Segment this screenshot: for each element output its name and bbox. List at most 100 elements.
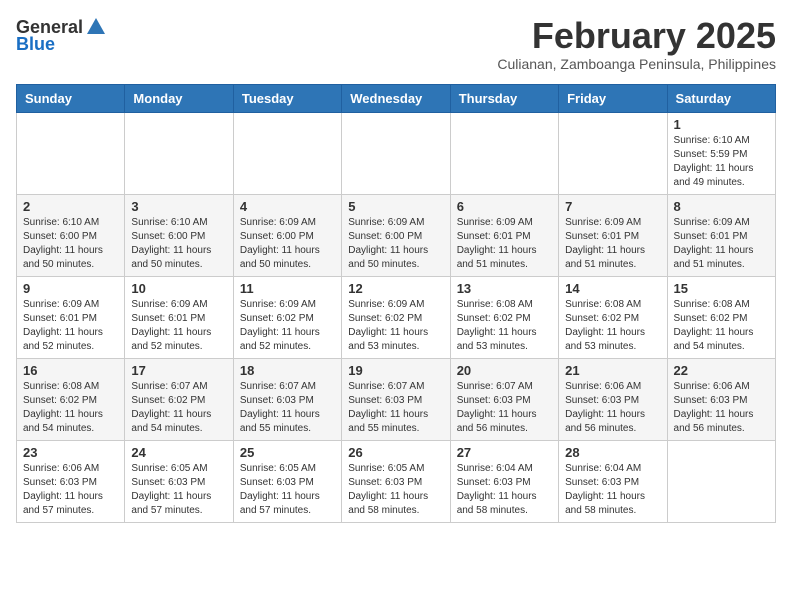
calendar-cell <box>450 112 558 194</box>
calendar-cell: 13 Sunrise: 6:08 AM Sunset: 6:02 PM Dayli… <box>450 276 558 358</box>
calendar-cell: 18 Sunrise: 6:07 AM Sunset: 6:03 PM Dayli… <box>233 358 341 440</box>
day-number: 2 <box>23 199 118 214</box>
day-info: Sunrise: 6:09 AM Sunset: 6:00 PM Dayligh… <box>348 216 443 272</box>
day-info: Sunrise: 6:04 AM Sunset: 6:03 PM Dayligh… <box>457 462 552 518</box>
day-info: Sunrise: 6:09 AM Sunset: 6:00 PM Dayligh… <box>240 216 335 272</box>
calendar-cell: 16Sunrise: 6:08 AM Sunset: 6:02 PM Dayli… <box>17 358 125 440</box>
calendar-week-row: 16Sunrise: 6:08 AM Sunset: 6:02 PM Dayli… <box>17 358 776 440</box>
day-info: Sunrise: 6:09 AM Sunset: 6:02 PM Dayligh… <box>240 298 335 354</box>
day-info: Sunrise: 6:09 AM Sunset: 6:01 PM Dayligh… <box>23 298 118 354</box>
day-number: 24 <box>131 445 226 460</box>
day-number: 15 <box>674 281 769 296</box>
calendar-cell: 10 Sunrise: 6:09 AM Sunset: 6:01 PM Dayli… <box>125 276 233 358</box>
calendar-cell: 24 Sunrise: 6:05 AM Sunset: 6:03 PM Dayli… <box>125 440 233 522</box>
weekday-header-tuesday: Tuesday <box>233 84 341 112</box>
day-number: 14 <box>565 281 660 296</box>
calendar-cell <box>233 112 341 194</box>
calendar-cell: 17 Sunrise: 6:07 AM Sunset: 6:02 PM Dayli… <box>125 358 233 440</box>
day-number: 8 <box>674 199 769 214</box>
logo-blue-text: Blue <box>16 34 55 55</box>
calendar-cell: 6 Sunrise: 6:09 AM Sunset: 6:01 PM Daylig… <box>450 194 558 276</box>
day-number: 6 <box>457 199 552 214</box>
day-info: Sunrise: 6:09 AM Sunset: 6:01 PM Dayligh… <box>674 216 769 272</box>
day-number: 26 <box>348 445 443 460</box>
weekday-header-friday: Friday <box>559 84 667 112</box>
day-number: 25 <box>240 445 335 460</box>
day-number: 18 <box>240 363 335 378</box>
day-info: Sunrise: 6:04 AM Sunset: 6:03 PM Dayligh… <box>565 462 660 518</box>
calendar-cell: 21 Sunrise: 6:06 AM Sunset: 6:03 PM Dayli… <box>559 358 667 440</box>
day-number: 4 <box>240 199 335 214</box>
calendar-week-row: 23 Sunrise: 6:06 AM Sunset: 6:03 PM Dayli… <box>17 440 776 522</box>
day-number: 19 <box>348 363 443 378</box>
calendar-cell <box>667 440 775 522</box>
day-number: 3 <box>131 199 226 214</box>
location-subtitle: Culianan, Zamboanga Peninsula, Philippin… <box>497 56 776 72</box>
month-title: February 2025 <box>497 16 776 56</box>
calendar-cell: 25 Sunrise: 6:05 AM Sunset: 6:03 PM Dayli… <box>233 440 341 522</box>
title-area: February 2025 Culianan, Zamboanga Penins… <box>497 16 776 72</box>
day-info: Sunrise: 6:08 AM Sunset: 6:02 PM Dayligh… <box>457 298 552 354</box>
day-number: 11 <box>240 281 335 296</box>
day-number: 13 <box>457 281 552 296</box>
day-info: Sunrise: 6:10 AM Sunset: 5:59 PM Dayligh… <box>674 134 769 190</box>
day-info: Sunrise: 6:05 AM Sunset: 6:03 PM Dayligh… <box>240 462 335 518</box>
day-info: Sunrise: 6:07 AM Sunset: 6:03 PM Dayligh… <box>240 380 335 436</box>
calendar-cell: 11 Sunrise: 6:09 AM Sunset: 6:02 PM Dayli… <box>233 276 341 358</box>
calendar-cell: 1 Sunrise: 6:10 AM Sunset: 5:59 PM Daylig… <box>667 112 775 194</box>
calendar-cell <box>17 112 125 194</box>
calendar-week-row: 1 Sunrise: 6:10 AM Sunset: 5:59 PM Daylig… <box>17 112 776 194</box>
day-number: 10 <box>131 281 226 296</box>
calendar-week-row: 2 Sunrise: 6:10 AM Sunset: 6:00 PM Daylig… <box>17 194 776 276</box>
day-info: Sunrise: 6:09 AM Sunset: 6:01 PM Dayligh… <box>131 298 226 354</box>
day-info: Sunrise: 6:08 AM Sunset: 6:02 PM Dayligh… <box>674 298 769 354</box>
day-number: 28 <box>565 445 660 460</box>
calendar-cell: 14 Sunrise: 6:08 AM Sunset: 6:02 PM Dayli… <box>559 276 667 358</box>
day-info: Sunrise: 6:07 AM Sunset: 6:03 PM Dayligh… <box>348 380 443 436</box>
calendar-cell: 9 Sunrise: 6:09 AM Sunset: 6:01 PM Daylig… <box>17 276 125 358</box>
day-number: 21 <box>565 363 660 378</box>
day-number: 27 <box>457 445 552 460</box>
day-info: Sunrise: 6:07 AM Sunset: 6:02 PM Dayligh… <box>131 380 226 436</box>
day-info: Sunrise: 6:06 AM Sunset: 6:03 PM Dayligh… <box>23 462 118 518</box>
day-number: 1 <box>674 117 769 132</box>
calendar-cell: 8 Sunrise: 6:09 AM Sunset: 6:01 PM Daylig… <box>667 194 775 276</box>
calendar-cell <box>559 112 667 194</box>
calendar-table: SundayMondayTuesdayWednesdayThursdayFrid… <box>16 84 776 523</box>
calendar-header-row: SundayMondayTuesdayWednesdayThursdayFrid… <box>17 84 776 112</box>
calendar-cell: 15 Sunrise: 6:08 AM Sunset: 6:02 PM Dayli… <box>667 276 775 358</box>
day-info: Sunrise: 6:06 AM Sunset: 6:03 PM Dayligh… <box>565 380 660 436</box>
day-number: 20 <box>457 363 552 378</box>
weekday-header-thursday: Thursday <box>450 84 558 112</box>
day-number: 23 <box>23 445 118 460</box>
weekday-header-saturday: Saturday <box>667 84 775 112</box>
calendar-cell: 4 Sunrise: 6:09 AM Sunset: 6:00 PM Daylig… <box>233 194 341 276</box>
day-info: Sunrise: 6:08 AM Sunset: 6:02 PM Dayligh… <box>565 298 660 354</box>
weekday-header-sunday: Sunday <box>17 84 125 112</box>
day-info: Sunrise: 6:09 AM Sunset: 6:01 PM Dayligh… <box>457 216 552 272</box>
weekday-header-monday: Monday <box>125 84 233 112</box>
day-info: Sunrise: 6:06 AM Sunset: 6:03 PM Dayligh… <box>674 380 769 436</box>
calendar-cell: 3Sunrise: 6:10 AM Sunset: 6:00 PM Daylig… <box>125 194 233 276</box>
day-info: Sunrise: 6:05 AM Sunset: 6:03 PM Dayligh… <box>131 462 226 518</box>
calendar-cell: 27 Sunrise: 6:04 AM Sunset: 6:03 PM Dayli… <box>450 440 558 522</box>
day-info: Sunrise: 6:10 AM Sunset: 6:00 PM Dayligh… <box>23 216 118 272</box>
logo-icon <box>85 16 107 38</box>
calendar-week-row: 9 Sunrise: 6:09 AM Sunset: 6:01 PM Daylig… <box>17 276 776 358</box>
day-number: 22 <box>674 363 769 378</box>
day-info: Sunrise: 6:08 AM Sunset: 6:02 PM Dayligh… <box>23 380 118 436</box>
logo: General Blue <box>16 16 107 55</box>
day-number: 7 <box>565 199 660 214</box>
day-number: 17 <box>131 363 226 378</box>
calendar-cell: 28 Sunrise: 6:04 AM Sunset: 6:03 PM Dayli… <box>559 440 667 522</box>
calendar-cell <box>342 112 450 194</box>
calendar-cell: 7Sunrise: 6:09 AM Sunset: 6:01 PM Daylig… <box>559 194 667 276</box>
calendar-cell: 12Sunrise: 6:09 AM Sunset: 6:02 PM Dayli… <box>342 276 450 358</box>
calendar-cell: 22 Sunrise: 6:06 AM Sunset: 6:03 PM Dayli… <box>667 358 775 440</box>
calendar-cell: 26Sunrise: 6:05 AM Sunset: 6:03 PM Dayli… <box>342 440 450 522</box>
day-number: 9 <box>23 281 118 296</box>
day-info: Sunrise: 6:07 AM Sunset: 6:03 PM Dayligh… <box>457 380 552 436</box>
calendar-cell: 20 Sunrise: 6:07 AM Sunset: 6:03 PM Dayli… <box>450 358 558 440</box>
day-number: 12 <box>348 281 443 296</box>
page-header: General Blue February 2025 Culianan, Zam… <box>16 16 776 72</box>
